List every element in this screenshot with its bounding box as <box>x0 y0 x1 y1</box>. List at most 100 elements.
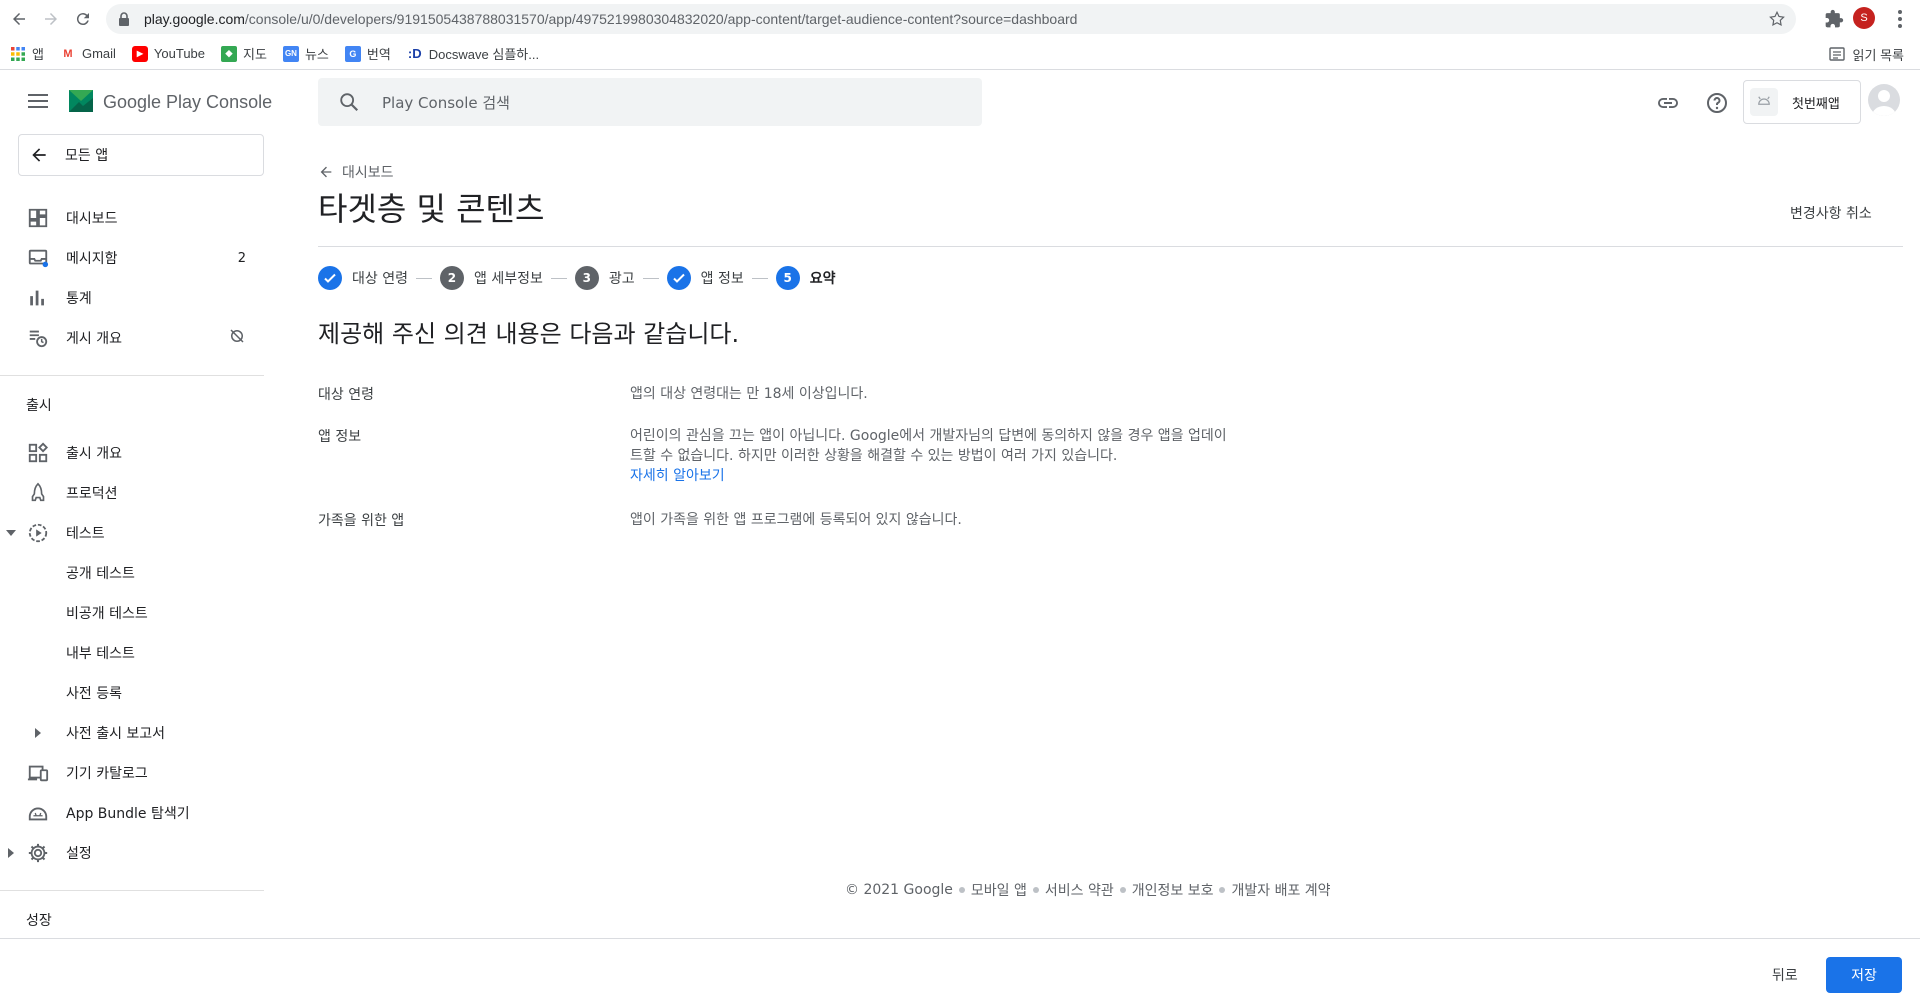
row-label: 앱 정보 <box>318 429 362 445</box>
release-overview-icon <box>27 442 49 464</box>
back-arrow-icon <box>320 166 332 178</box>
caret-right-icon[interactable] <box>6 848 16 858</box>
footer-link-mobile-app[interactable]: 모바일 앱 <box>971 880 1027 900</box>
release-section-label: 출시 <box>26 398 52 414</box>
footer-link-privacy[interactable]: 개인정보 보호 <box>1132 880 1214 900</box>
sidebar-item-production[interactable]: 프로덕션 <box>0 475 264 511</box>
device-catalog-icon <box>27 762 49 784</box>
gmail-icon: M <box>63 47 73 60</box>
maps-icon: ◆ <box>221 45 238 62</box>
lock-icon <box>119 12 129 26</box>
check-icon <box>666 266 691 290</box>
back-button[interactable]: 뒤로 <box>1756 957 1814 993</box>
bookmarks-bar: 앱 M Gmail ▶ YouTube ◆ 지도 GN 뉴스 G 번역 :D D… <box>0 38 1920 70</box>
step-summary[interactable]: 5 요약 <box>775 266 835 290</box>
bookmark-maps[interactable]: ◆ 지도 <box>221 44 267 63</box>
step-number: 2 <box>439 266 464 290</box>
reading-list[interactable]: 읽기 목록 <box>1828 38 1904 70</box>
learn-more-link[interactable]: 자세히 알아보기 <box>630 468 725 484</box>
step-app-details[interactable]: 2 앱 세부정보 <box>439 266 543 290</box>
sidebar-item-dashboard[interactable]: 대시보드 <box>0 200 264 236</box>
all-apps-button[interactable]: 모든 앱 <box>18 134 264 176</box>
account-avatar[interactable] <box>1868 84 1900 116</box>
sidebar-item-testing[interactable]: 테스트 <box>0 515 264 551</box>
sidebar-item-stats[interactable]: 통계 <box>0 280 264 316</box>
step-connector <box>415 277 432 279</box>
forward-arrow-icon[interactable] <box>38 6 64 32</box>
caret-down-icon[interactable] <box>6 528 16 538</box>
step-number: 3 <box>574 266 599 290</box>
separator-dot <box>958 887 965 893</box>
footer-link-dda[interactable]: 개발자 배포 계약 <box>1231 880 1330 900</box>
breadcrumb[interactable]: 대시보드 <box>318 162 394 182</box>
sidebar-item-release-overview[interactable]: 출시 개요 <box>0 435 264 471</box>
row-value: 앱이 가족을 위한 앱 프로그램에 등록되어 있지 않습니다. <box>630 512 962 528</box>
sidebar-item-app-bundle-explorer[interactable]: App Bundle 탐색기 <box>0 795 264 831</box>
bookmark-apps[interactable]: 앱 <box>10 44 44 63</box>
bookmark-youtube[interactable]: ▶ YouTube <box>131 45 205 62</box>
app-selector[interactable]: 첫번째앱 <box>1743 80 1861 124</box>
caret-right-icon[interactable] <box>33 728 43 738</box>
step-target-age[interactable]: 대상 연령 <box>318 266 408 290</box>
search-placeholder: Play Console 검색 <box>382 93 510 112</box>
step-connector <box>642 277 659 279</box>
link-icon[interactable] <box>1656 91 1680 115</box>
address-bar[interactable]: play.google.com/console/u/0/developers/9… <box>106 4 1796 34</box>
translate-icon: G <box>344 45 361 62</box>
help-icon[interactable] <box>1705 91 1729 115</box>
dashboard-icon <box>27 207 49 229</box>
sidebar-item-closed-testing[interactable]: 비공개 테스트 <box>0 595 264 631</box>
apps-grid-icon <box>10 46 26 62</box>
sidebar-item-pre-launch-report[interactable]: 사전 출시 보고서 <box>0 715 264 751</box>
url-text: play.google.com/console/u/0/developers/9… <box>144 11 1078 27</box>
sidebar-item-internal-testing[interactable]: 내부 테스트 <box>0 635 264 671</box>
back-arrow-icon <box>32 148 46 162</box>
browser-menu-icon[interactable] <box>1890 8 1910 30</box>
footer: © 2021 Google 모바일 앱 서비스 약관 개인정보 보호 개발자 배… <box>845 880 1331 900</box>
step-number: 5 <box>775 266 800 290</box>
row-value: 앱의 대상 연령대는 만 18세 이상입니다. <box>630 386 868 402</box>
profile-avatar[interactable]: S <box>1853 7 1875 29</box>
reload-icon[interactable] <box>70 6 96 32</box>
page-title: 타겟층 및 콘텐츠 <box>318 190 545 228</box>
back-arrow-icon[interactable] <box>6 6 32 32</box>
stepper: 대상 연령 2 앱 세부정보 3 광고 앱 정보 5 요약 <box>318 263 835 293</box>
growth-section-label: 성장 <box>26 913 52 929</box>
sidebar-item-pre-registration[interactable]: 사전 등록 <box>0 675 264 711</box>
separator-dot <box>1219 887 1226 893</box>
sidebar-item-device-catalog[interactable]: 기기 카탈로그 <box>0 755 264 791</box>
sidebar-divider <box>0 890 264 891</box>
managed-publishing-off-icon <box>228 327 246 349</box>
step-connector <box>550 277 567 279</box>
footer-link-terms[interactable]: 서비스 약관 <box>1045 880 1114 900</box>
gear-icon <box>27 842 49 864</box>
browser-toolbar: play.google.com/console/u/0/developers/9… <box>0 0 1920 38</box>
save-button[interactable]: 저장 <box>1826 957 1902 993</box>
console-search-input[interactable]: Play Console 검색 <box>318 78 982 126</box>
extensions-icon[interactable] <box>1824 9 1844 29</box>
sidebar-item-settings[interactable]: 설정 <box>0 835 264 871</box>
stats-icon <box>27 287 49 309</box>
publishing-overview-icon <box>27 327 49 349</box>
step-ads[interactable]: 3 광고 <box>574 266 635 290</box>
sidebar-item-inbox[interactable]: 메시지함 2 <box>0 240 264 276</box>
bookmark-star-icon[interactable] <box>1768 10 1786 28</box>
docswave-icon: :D <box>407 46 422 61</box>
bookmark-translate[interactable]: G 번역 <box>344 44 391 63</box>
discard-changes-button[interactable]: 변경사항 취소 <box>1790 203 1872 223</box>
bookmark-news[interactable]: GN 뉴스 <box>282 44 329 63</box>
sidebar-item-open-testing[interactable]: 공개 테스트 <box>0 555 264 591</box>
bookmark-docswave[interactable]: :D Docswave 심플하... <box>407 44 539 63</box>
step-app-info[interactable]: 앱 정보 <box>666 266 744 290</box>
production-icon <box>27 482 49 504</box>
bookmark-gmail[interactable]: M Gmail <box>60 46 116 62</box>
reading-list-icon <box>1828 47 1845 61</box>
separator-dot <box>1032 887 1039 893</box>
row-value: 어린이의 관심을 끄는 앱이 아닙니다. Google에서 개발자님의 답변에 … <box>630 428 1227 484</box>
android-app-icon <box>1750 88 1778 116</box>
sidebar-item-publishing-overview[interactable]: 게시 개요 <box>0 320 264 356</box>
title-divider <box>318 246 1903 247</box>
search-icon <box>340 93 359 112</box>
sidebar: 모든 앱 대시보드 메시지함 2 통계 게시 개요 출시 출시 개요 프로덕션 … <box>0 70 264 938</box>
separator-dot <box>1119 887 1126 893</box>
